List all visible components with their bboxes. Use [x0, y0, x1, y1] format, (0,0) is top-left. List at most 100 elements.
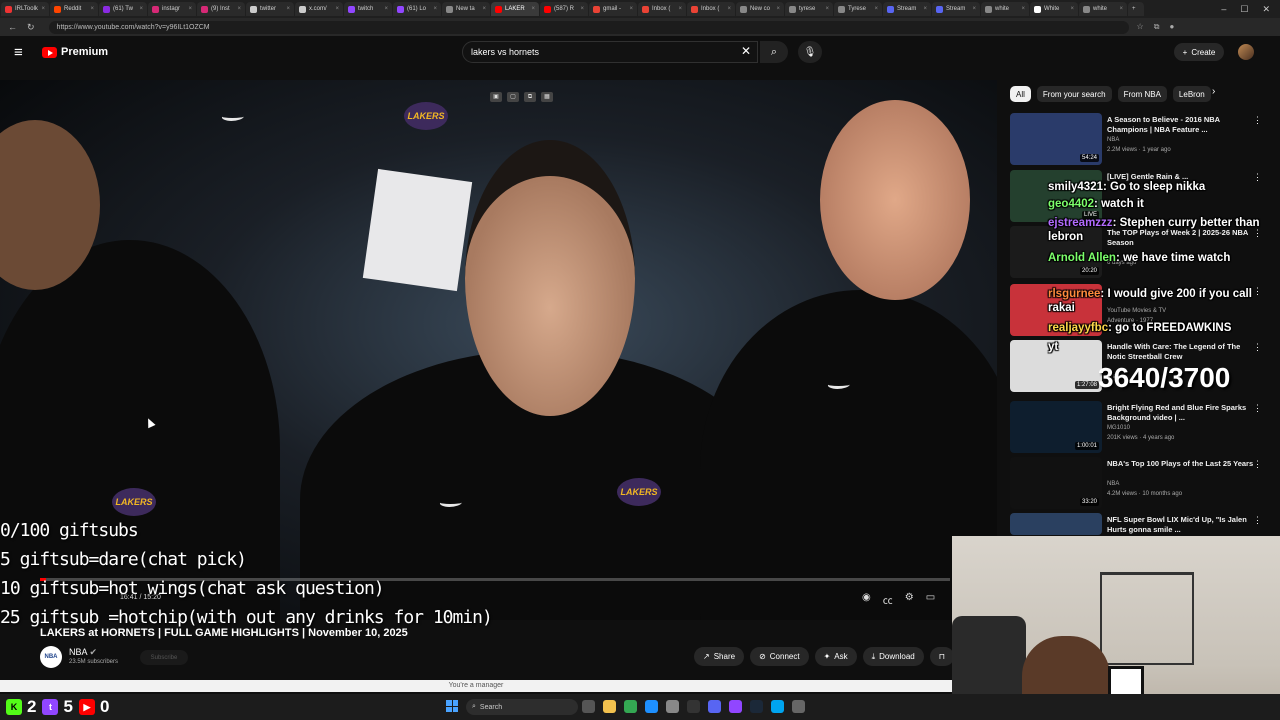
recommendation-item[interactable]: NFL Super Bowl LIX Mic'd Up, "Is Jalen H…: [1010, 513, 1272, 535]
more-options-icon[interactable]: ⋮: [1253, 515, 1262, 526]
chevron-right-icon[interactable]: ›: [1212, 86, 1215, 97]
browser-tab[interactable]: white ×: [1079, 2, 1127, 16]
clear-search-icon[interactable]: ✕: [741, 44, 751, 58]
browser-tab[interactable]: (587) R ×: [540, 2, 588, 16]
search-input[interactable]: lakers vs hornets: [462, 41, 758, 63]
tab-close-icon[interactable]: ×: [531, 6, 535, 12]
video-player[interactable]: LAKERS LAKERS LAKERS: [0, 80, 997, 620]
chip-from-nba[interactable]: From NBA: [1117, 86, 1167, 102]
share-button[interactable]: ↗ Share: [694, 647, 745, 666]
recommendation-channel[interactable]: NBA: [1107, 137, 1119, 143]
ask-button[interactable]: ✦ Ask: [814, 647, 857, 666]
channel-name[interactable]: NBA ✔: [69, 647, 97, 658]
browser-tab[interactable]: Inbox (×: [687, 2, 735, 16]
recommendation-title[interactable]: Handle With Care: The Legend of The Noti…: [1107, 342, 1255, 362]
browser-tab[interactable]: white ×: [981, 2, 1029, 16]
browser-tab[interactable]: x.com/ ×: [295, 2, 343, 16]
recommendation-item[interactable]: 54:24 A Season to Believe - 2016 NBA Cham…: [1010, 113, 1272, 165]
file-explorer-icon[interactable]: [603, 700, 616, 713]
video-thumbnail[interactable]: 33:20: [1010, 457, 1102, 509]
video-thumbnail[interactable]: 54:24: [1010, 113, 1102, 165]
chrome-icon[interactable]: [624, 700, 637, 713]
more-options-icon[interactable]: ⋮: [1253, 115, 1262, 126]
save-button[interactable]: ⊓: [929, 647, 954, 666]
account-avatar[interactable]: [1238, 44, 1254, 60]
chip-lebron[interactable]: LeBron: [1172, 86, 1211, 102]
obs-icon[interactable]: [687, 700, 700, 713]
taskbar-search[interactable]: ⌕ Search: [466, 699, 578, 715]
youtube-logo[interactable]: Premium: [42, 46, 108, 58]
back-icon[interactable]: ←: [8, 22, 17, 33]
create-button[interactable]: + Create: [1174, 43, 1224, 61]
browser-tab[interactable]: Reddit ×: [50, 2, 98, 16]
tab-close-icon[interactable]: ×: [41, 6, 45, 12]
tab-close-icon[interactable]: ×: [286, 6, 290, 12]
recommendation-channel[interactable]: MG1010: [1107, 425, 1130, 431]
captions-icon[interactable]: ㏄: [883, 592, 893, 607]
close-window-icon[interactable]: ✕: [1262, 4, 1270, 15]
tab-close-icon[interactable]: ×: [433, 6, 437, 12]
more-options-icon[interactable]: ⋮: [1253, 342, 1262, 353]
recommendation-item[interactable]: 33:20 NBA's Top 100 Plays of the Last 25 …: [1010, 457, 1272, 509]
browser-tab[interactable]: New ta ×: [442, 2, 490, 16]
recommendation-item[interactable]: LIVE [LIVE] Gentle Rain & ... ⋮: [1010, 170, 1272, 222]
tab-close-icon[interactable]: ×: [923, 6, 927, 12]
frame-icon[interactable]: ▢: [507, 92, 519, 102]
minimize-icon[interactable]: –: [1221, 4, 1226, 14]
extension-icon[interactable]: ⧉: [1154, 22, 1160, 32]
more-options-icon[interactable]: ⋮: [1253, 459, 1262, 470]
channel-avatar[interactable]: NBA: [40, 646, 62, 668]
tab-close-icon[interactable]: ×: [90, 6, 94, 12]
tab-close-icon[interactable]: ×: [335, 6, 339, 12]
tab-close-icon[interactable]: ×: [972, 6, 976, 12]
star-icon[interactable]: ☆: [1137, 22, 1144, 32]
autoplay-toggle-icon[interactable]: ◉: [862, 592, 871, 607]
browser-tab[interactable]: (61) Lo ×: [393, 2, 441, 16]
settings-gear-icon[interactable]: ⚙: [905, 592, 914, 607]
grid-icon[interactable]: ▦: [541, 92, 553, 102]
more-options-icon[interactable]: ⋮: [1253, 403, 1262, 414]
browser-tab[interactable]: Inbox (×: [638, 2, 686, 16]
recommendation-channel[interactable]: NBA: [1107, 481, 1119, 487]
recommendation-title[interactable]: NFL Super Bowl LIX Mic'd Up, "Is Jalen H…: [1107, 515, 1255, 535]
more-options-icon[interactable]: ⋮: [1253, 172, 1262, 183]
recommendation-title[interactable]: NBA's Top 100 Plays of the Last 25 Years: [1107, 459, 1255, 469]
task-view-icon[interactable]: [582, 700, 595, 713]
browser-tab[interactable]: gmail - ×: [589, 2, 637, 16]
edge-icon[interactable]: [645, 700, 658, 713]
tab-close-icon[interactable]: ×: [139, 6, 143, 12]
download-button[interactable]: ⤓ Download: [862, 647, 924, 666]
gear-icon[interactable]: [792, 700, 805, 713]
reload-icon[interactable]: ↻: [27, 22, 35, 33]
discord-icon[interactable]: [708, 700, 721, 713]
search-button[interactable]: ⌕: [760, 41, 788, 63]
browser-tab[interactable]: (9) Inst ×: [197, 2, 245, 16]
video-thumbnail[interactable]: LIVE: [1010, 170, 1102, 222]
browser-tab[interactable]: instagr ×: [148, 2, 196, 16]
browser-tab[interactable]: tyrese ×: [785, 2, 833, 16]
browser-tab[interactable]: Stream ×: [883, 2, 931, 16]
profile-icon[interactable]: ●: [1169, 22, 1174, 32]
maximize-icon[interactable]: ☐: [1240, 4, 1248, 15]
browser-tab[interactable]: twitter ×: [246, 2, 294, 16]
browser-tab[interactable]: Stream ×: [932, 2, 980, 16]
twitch-app-icon[interactable]: [729, 700, 742, 713]
windows-start-icon[interactable]: [446, 700, 458, 712]
browser-tab[interactable]: White ×: [1030, 2, 1078, 16]
browser-tab[interactable]: New co ×: [736, 2, 784, 16]
subscribe-button[interactable]: Subscribe: [140, 650, 188, 665]
tab-close-icon[interactable]: ×: [727, 6, 731, 12]
tab-close-icon[interactable]: ×: [482, 6, 486, 12]
hamburger-menu-icon[interactable]: ≡: [14, 44, 23, 61]
recommendation-title[interactable]: Bright Flying Red and Blue Fire Sparks B…: [1107, 403, 1255, 423]
steam-icon[interactable]: [750, 700, 763, 713]
tab-close-icon[interactable]: ×: [188, 6, 192, 12]
capture-icon[interactable]: ⧉: [524, 92, 536, 102]
tab-close-icon[interactable]: ×: [825, 6, 829, 12]
recommendation-title[interactable]: A Season to Believe - 2016 NBA Champions…: [1107, 115, 1255, 135]
video-thumbnail[interactable]: 1:00:01: [1010, 401, 1102, 453]
tab-close-icon[interactable]: ×: [1119, 6, 1123, 12]
browser-tab[interactable]: twitch ×: [344, 2, 392, 16]
recommendation-item[interactable]: 1:00:01 Bright Flying Red and Blue Fire S…: [1010, 401, 1272, 453]
tab-close-icon[interactable]: ×: [237, 6, 241, 12]
